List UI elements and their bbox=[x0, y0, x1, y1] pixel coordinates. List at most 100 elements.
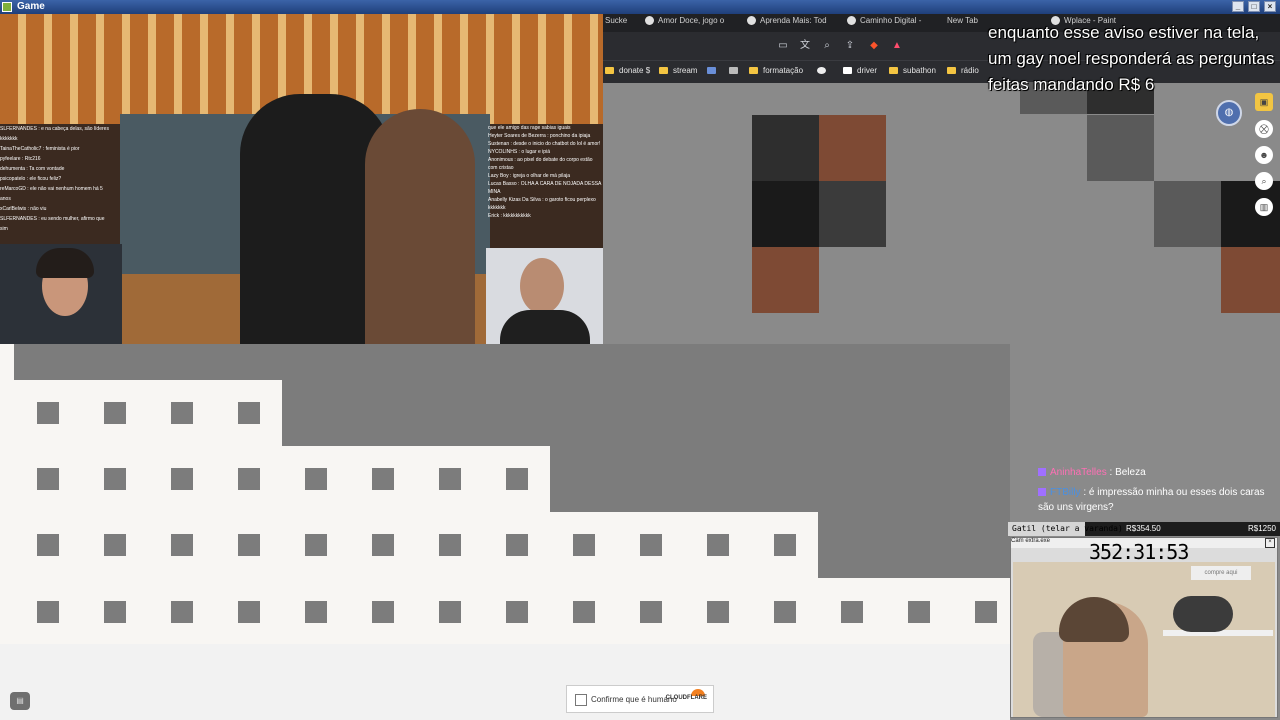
chat-username: AninhaTelles bbox=[1050, 467, 1107, 478]
tab-favicon-icon bbox=[747, 16, 756, 26]
browser-tab[interactable]: Aprenda Mais: Tod bbox=[747, 16, 835, 30]
bookmark-item[interactable]: formatação bbox=[749, 66, 803, 75]
chat-line: Sustenan : desde o inicio do chatbot do … bbox=[488, 141, 601, 147]
canvas-pixel bbox=[1221, 181, 1280, 247]
tab-favicon-icon bbox=[847, 16, 856, 26]
share-icon[interactable]: ⇪ bbox=[844, 40, 856, 52]
chat-line: TainaTheCatholic7 : feminista é pior bbox=[0, 146, 80, 152]
canvas-pixel bbox=[640, 534, 662, 556]
folder-icon bbox=[947, 67, 956, 75]
brave-shield-icon[interactable]: ◆ bbox=[868, 40, 880, 52]
chat-badge-icon bbox=[1038, 468, 1046, 477]
canvas-pixel bbox=[707, 534, 729, 556]
bookmark-item[interactable] bbox=[729, 66, 743, 75]
maximize-button[interactable]: □ bbox=[1248, 1, 1260, 12]
bookmark-item[interactable]: rádio bbox=[947, 66, 979, 75]
canvas-pixel bbox=[238, 402, 260, 424]
bookmark-icon bbox=[729, 67, 738, 75]
canvas-pixel bbox=[171, 402, 193, 424]
goal-target: R$1250 bbox=[1247, 524, 1276, 533]
captcha-checkbox[interactable] bbox=[575, 694, 587, 706]
webcam-shirt bbox=[500, 310, 590, 344]
webcam-face bbox=[520, 258, 564, 314]
canvas-pixel bbox=[37, 468, 59, 490]
cart-icon[interactable]: ⛒ bbox=[1255, 120, 1273, 138]
canvas-pixel bbox=[573, 601, 595, 623]
webcam-hair bbox=[36, 248, 94, 278]
live-chat-message: AninhaTelles : Beleza bbox=[1038, 465, 1278, 480]
bookmark-icon bbox=[707, 67, 716, 75]
canvas-pixel bbox=[752, 115, 819, 181]
folder-icon bbox=[889, 67, 898, 75]
canvas-pixel bbox=[104, 402, 126, 424]
donation-alert-overlay: enquanto esse aviso estiver na tela, um … bbox=[988, 23, 1275, 94]
canvas-pixel bbox=[238, 601, 260, 623]
extension-icon[interactable]: ▤ bbox=[10, 692, 30, 710]
browser-tab[interactable]: Amor Doce, jogo o bbox=[645, 16, 733, 30]
close-icon[interactable]: × bbox=[1265, 538, 1275, 548]
streamer-webcam: compre aqui bbox=[1013, 562, 1275, 717]
tab-label: Caminho Digital - bbox=[860, 16, 922, 25]
folder-icon bbox=[659, 67, 668, 75]
browser-tab[interactable]: New Tab bbox=[947, 16, 987, 30]
subathon-timer: 352:31:53 bbox=[1089, 540, 1189, 564]
bookmark-item[interactable] bbox=[817, 66, 831, 75]
globe-icon[interactable]: ◍ bbox=[1216, 100, 1242, 126]
screen-capture-icon[interactable]: ▭ bbox=[777, 40, 789, 52]
chat-badge-icon bbox=[1038, 488, 1046, 497]
browser-tab[interactable]: Sucke bbox=[605, 16, 631, 30]
tab-label: Amor Doce, jogo o bbox=[658, 16, 725, 25]
window-titlebar[interactable]: Game _ □ × bbox=[0, 0, 1280, 14]
zoom-icon[interactable]: ⌕ bbox=[821, 40, 833, 52]
canvas-pixel bbox=[372, 601, 394, 623]
bookmark-item[interactable]: donate $ bbox=[605, 66, 650, 75]
canvas-pixel bbox=[305, 601, 327, 623]
chat-line: reMarcoGD : ele não vai nenhum homem há … bbox=[0, 186, 103, 202]
guest-webcam bbox=[486, 248, 603, 344]
chat-line: Erick : kkkkkkkkkkk bbox=[488, 213, 531, 219]
bookmark-label: stream bbox=[673, 66, 698, 75]
chat-line: psicopatelo : ele ficou feliz? bbox=[0, 176, 62, 182]
chat-username: FTBilly bbox=[1050, 487, 1081, 498]
users-icon[interactable]: ☻ bbox=[1255, 146, 1273, 164]
chat-line: SLFERNANDES : eu sendo mulher, afirmo qu… bbox=[0, 216, 105, 232]
folder-icon bbox=[605, 67, 614, 75]
canvas-pixel bbox=[439, 601, 461, 623]
bookmark-icon bbox=[843, 67, 852, 75]
canvas-pixel bbox=[975, 601, 997, 623]
canvas-pixel bbox=[372, 468, 394, 490]
folder-icon bbox=[749, 67, 758, 75]
wplace-canvas[interactable] bbox=[0, 344, 1010, 720]
search-icon[interactable]: ⌕ bbox=[1255, 172, 1273, 190]
translate-icon[interactable]: 文 bbox=[799, 40, 811, 52]
bookmark-item[interactable]: stream bbox=[659, 66, 697, 75]
extension-icon[interactable]: ▣ bbox=[1255, 93, 1273, 111]
bookmark-item[interactable]: driver bbox=[843, 66, 877, 75]
brave-rewards-icon[interactable]: ▲ bbox=[891, 40, 903, 52]
canvas-white-region bbox=[0, 644, 1010, 720]
canvas-pixel bbox=[841, 601, 863, 623]
canvas-pixel bbox=[171, 601, 193, 623]
chat-line: xCarlBelwis : não viu bbox=[0, 206, 47, 212]
bookmark-item[interactable] bbox=[707, 66, 721, 75]
app-icon bbox=[2, 2, 12, 12]
captcha-brand: CLOUDFLARE bbox=[665, 695, 707, 701]
canvas-pixel bbox=[1221, 247, 1280, 313]
subathon-timer-window[interactable]: Cam extra.exe × 352:31:53 compre aqui bbox=[1010, 537, 1278, 718]
canvas-pixel bbox=[104, 468, 126, 490]
canvas-pixel bbox=[104, 601, 126, 623]
minimize-button[interactable]: _ bbox=[1232, 1, 1244, 12]
chat-line: pyfeelare : Rtc216 bbox=[0, 156, 41, 162]
chat-line: Lazy Boy : igreja o olhar de má pilaja bbox=[488, 173, 570, 179]
browser-tab[interactable]: Caminho Digital - bbox=[847, 16, 933, 30]
canvas-pixel bbox=[305, 468, 327, 490]
canvas-pixel bbox=[573, 534, 595, 556]
canvas-pixel bbox=[37, 402, 59, 424]
bookmark-label: driver bbox=[857, 66, 878, 75]
window-title: Game bbox=[17, 1, 45, 12]
stats-icon[interactable]: ▥ bbox=[1255, 198, 1273, 216]
close-button[interactable]: × bbox=[1264, 1, 1276, 12]
canvas-pixel bbox=[506, 534, 528, 556]
canvas-pixel bbox=[707, 601, 729, 623]
bookmark-item[interactable]: subathon bbox=[889, 66, 936, 75]
